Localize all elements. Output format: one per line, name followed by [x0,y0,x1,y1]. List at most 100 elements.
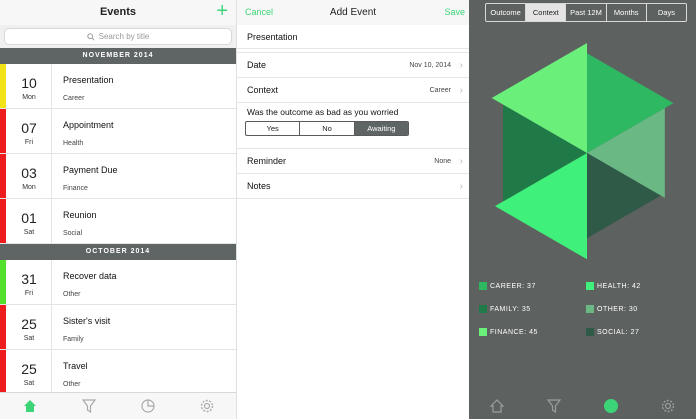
pie-chart-icon[interactable] [603,398,619,414]
section-header: OCTOBER 2014 [0,244,236,260]
divider [51,350,52,394]
legend-item: SOCIAL: 27 [586,328,639,336]
legend-label: FAMILY: 35 [490,305,531,313]
divider [51,64,52,108]
search-input[interactable]: Search by title [4,28,232,45]
legend-swatch [479,305,487,313]
event-day: 31 [21,271,37,287]
events-tab-bar [0,392,236,419]
event-title-field[interactable]: Presentation [237,25,469,49]
chart-segmented-control: Outcome Context Past 12M Months Days [485,3,687,22]
legend-swatch [586,328,594,336]
outcome-option-awaiting[interactable]: Awaiting [354,122,408,135]
legend-item: HEALTH: 42 [586,282,641,290]
add-event-nav-bar: Cancel Add Event Save [237,0,469,25]
event-title: Reunion [63,210,97,220]
home-icon[interactable] [22,398,38,414]
event-weekday: Mon [22,184,36,191]
event-row[interactable]: 25 Sat Sister's visit Family [0,305,236,350]
legend-label: OTHER: 30 [597,305,638,313]
event-category: Other [63,291,81,298]
legend-item: FINANCE: 45 [479,328,538,336]
add-event-panel: Cancel Add Event Save Presentation Date … [236,0,469,419]
event-row[interactable]: 01 Sat Reunion Social [0,199,236,244]
event-list: NOVEMBER 2014 10 Mon Presentation Career 07 Fr… [0,48,236,395]
event-title: Travel [63,361,88,371]
legend-label: HEALTH: 42 [597,282,641,290]
add-event-button[interactable]: + [216,1,228,21]
settings-icon[interactable] [199,398,215,414]
save-button[interactable]: Save [444,0,465,25]
event-weekday: Mon [22,94,36,101]
outcome-stripe [0,350,6,394]
outcome-segmented-control: Yes No Awaiting [245,121,409,136]
event-row[interactable]: 03 Mon Payment Due Finance [0,154,236,199]
segment-months[interactable]: Months [607,4,647,21]
outcome-stripe [0,109,6,153]
segment-past-12m[interactable]: Past 12M [566,4,607,21]
event-category: Finance [63,185,88,192]
event-row[interactable]: 31 Fri Recover data Other [0,260,236,305]
event-weekday: Fri [24,139,34,146]
search-bar: Search by title [0,25,236,48]
event-row[interactable]: 07 Fri Appointment Health [0,109,236,154]
event-title: Appointment [63,120,114,130]
event-weekday: Sat [23,229,35,236]
event-title: Payment Due [63,165,118,175]
event-weekday: Sat [23,380,35,387]
event-row[interactable]: 10 Mon Presentation Career [0,64,236,109]
chevron-right-icon: › [459,60,463,71]
context-label: Context [247,85,279,95]
chart-panel: Outcome Context Past 12M Months Days CAREER:… [469,0,696,419]
reminder-row[interactable]: Reminder None › [237,149,469,174]
legend-swatch [586,282,594,290]
event-weekday: Sat [23,335,35,342]
outcome-stripe [0,305,6,349]
outcome-stripe [0,199,6,243]
date-row[interactable]: Date Nov 10, 2014 › [237,53,469,78]
pie-chart [491,43,674,260]
settings-icon[interactable] [660,398,676,414]
legend-item: CAREER: 37 [479,282,536,290]
event-title: Sister's visit [63,316,111,326]
outcome-question: Was the outcome as bad as you worried [247,107,399,117]
event-day: 01 [21,210,37,226]
legend-swatch [479,328,487,336]
divider [51,199,52,243]
chevron-right-icon: › [459,181,463,192]
filter-icon[interactable] [546,398,562,414]
home-icon[interactable] [489,398,505,414]
outcome-stripe [0,64,6,108]
cancel-button[interactable]: Cancel [245,0,273,25]
search-placeholder: Search by title [98,32,150,41]
segment-outcome[interactable]: Outcome [486,4,527,21]
legend-item: FAMILY: 35 [479,305,531,313]
event-category: Social [63,230,83,237]
event-title: Recover data [63,271,117,281]
date-value: Nov 10, 2014 [409,62,451,69]
date-label: Date [247,60,267,70]
events-title: Events [99,6,137,18]
legend-item: OTHER: 30 [586,305,638,313]
reminder-label: Reminder [247,156,287,166]
segment-days[interactable]: Days [647,4,686,21]
events-panel: Events + Search by title NOVEMBER 2014 10… [0,0,236,419]
chevron-right-icon: › [459,85,463,96]
event-category: Career [63,95,85,102]
divider [51,260,52,304]
event-title: Presentation [63,75,114,85]
event-day: 07 [21,120,37,136]
event-row[interactable]: 25 Sat Travel Other [0,350,236,395]
event-day: 03 [21,165,37,181]
legend-label: SOCIAL: 27 [597,328,640,336]
outcome-option-no[interactable]: No [300,122,355,135]
context-row[interactable]: Context Career › [237,78,469,103]
event-day: 25 [21,361,37,377]
outcome-option-yes[interactable]: Yes [246,122,301,135]
notes-row[interactable]: Notes › [237,174,469,199]
segment-context[interactable]: Context [526,4,567,21]
filter-icon[interactable] [81,398,97,414]
legend-swatch [479,282,487,290]
notes-label: Notes [247,181,271,191]
pie-chart-icon[interactable] [140,398,156,414]
